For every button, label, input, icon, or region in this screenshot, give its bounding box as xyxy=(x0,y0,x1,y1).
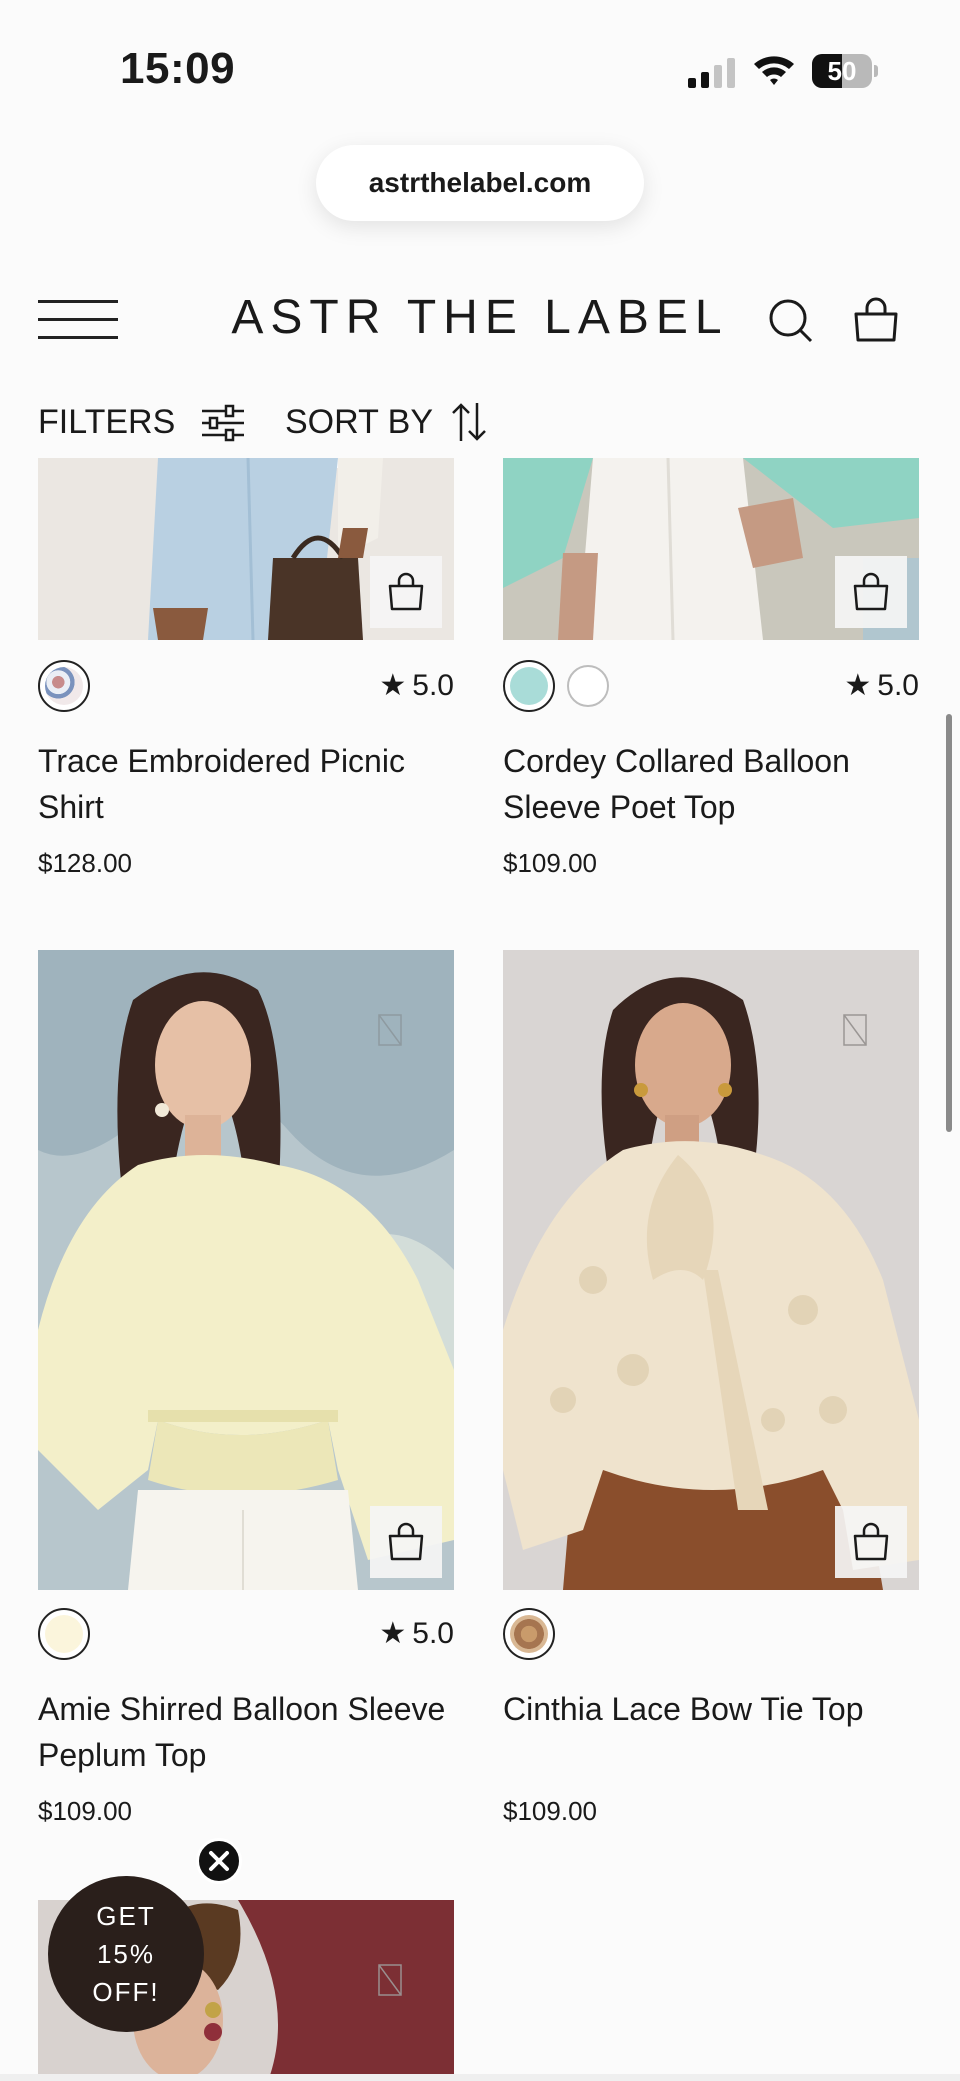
promo-line-1: GET xyxy=(96,1901,156,1931)
add-to-bag-button[interactable] xyxy=(370,556,442,628)
product-name[interactable]: Trace Embroidered Picnic Shirt xyxy=(38,738,454,830)
product-price: $128.00 xyxy=(38,848,132,878)
product-card-trace[interactable]: ★ 5.0 Trace Embroidered Picnic Shirt $128… xyxy=(38,458,454,898)
wifi-icon xyxy=(754,56,794,85)
product-price: $109.00 xyxy=(38,1796,132,1826)
product-card-amie[interactable]: ★ 5.0 Amie Shirred Balloon Sleeve Peplum … xyxy=(38,950,454,1830)
add-to-bag-button[interactable] xyxy=(835,1506,907,1578)
swatch-white[interactable] xyxy=(567,665,609,707)
add-to-bag-button[interactable] xyxy=(370,1506,442,1578)
filter-sort-bar: FILTERS SORT BY xyxy=(0,395,960,451)
bottom-edge xyxy=(0,2074,960,2081)
bag-icon xyxy=(388,572,424,611)
search-icon[interactable] xyxy=(768,298,814,344)
product-rating: ★ 5.0 xyxy=(379,1617,454,1650)
status-bar: 15:09 50 xyxy=(0,0,960,140)
add-to-bag-button[interactable] xyxy=(835,556,907,628)
star-icon: ★ xyxy=(844,669,872,702)
product-name[interactable]: Cinthia Lace Bow Tie Top xyxy=(503,1686,919,1732)
battery-icon: 50 xyxy=(812,54,878,88)
brand-watermark-icon xyxy=(378,1964,402,1996)
product-price: $109.00 xyxy=(503,1796,597,1826)
site-header: ASTR THE LABEL xyxy=(0,270,960,370)
brand-watermark-icon xyxy=(843,1014,867,1046)
swatch-lace-print[interactable] xyxy=(503,1608,555,1660)
filters-button[interactable]: FILTERS xyxy=(38,403,175,442)
product-image[interactable] xyxy=(38,458,454,640)
sort-arrows-icon[interactable] xyxy=(450,401,488,443)
cellular-signal-icon xyxy=(688,58,735,88)
status-time: 15:09 xyxy=(120,44,236,93)
scrollbar[interactable] xyxy=(946,714,952,1132)
product-image[interactable] xyxy=(38,950,454,1590)
product-name[interactable]: Cordey Collared Balloon Sleeve Poet Top xyxy=(503,738,919,830)
sort-by-button[interactable]: SORT BY xyxy=(285,403,433,442)
color-swatches xyxy=(38,660,338,714)
product-card-cinthia[interactable]: Cinthia Lace Bow Tie Top $109.00 xyxy=(503,950,919,1830)
product-rating: ★ 5.0 xyxy=(379,669,454,702)
bag-icon xyxy=(853,572,889,611)
product-rating: ★ 5.0 xyxy=(844,669,919,702)
shopping-bag-icon[interactable] xyxy=(852,296,900,344)
product-image[interactable] xyxy=(503,950,919,1590)
close-icon xyxy=(209,1851,229,1871)
promo-line-2: 15% xyxy=(96,1939,156,1969)
discount-promo-button[interactable]: GET 15% OFF! xyxy=(48,1876,204,2032)
star-icon: ★ xyxy=(379,1617,407,1650)
promo-line-3: OFF! xyxy=(92,1977,160,2007)
product-price: $109.00 xyxy=(503,848,597,878)
bag-icon xyxy=(388,1522,424,1561)
star-icon: ★ xyxy=(379,669,407,702)
swatch-floral-print[interactable] xyxy=(38,660,90,712)
site-logo[interactable]: ASTR THE LABEL xyxy=(220,290,740,345)
product-card-cordey[interactable]: ★ 5.0 Cordey Collared Balloon Sleeve Poet… xyxy=(503,458,919,898)
filter-sliders-icon[interactable] xyxy=(200,403,246,443)
brand-watermark-icon xyxy=(378,1014,402,1046)
hamburger-menu-icon[interactable] xyxy=(38,298,118,344)
color-swatches xyxy=(503,1608,803,1662)
product-image[interactable] xyxy=(503,458,919,640)
color-swatches xyxy=(38,1608,338,1662)
product-name[interactable]: Amie Shirred Balloon Sleeve Peplum Top xyxy=(38,1686,454,1778)
color-swatches xyxy=(503,660,803,714)
bag-icon xyxy=(853,1522,889,1561)
battery-level: 50 xyxy=(827,56,857,86)
swatch-mint[interactable] xyxy=(503,660,555,712)
swatch-cream[interactable] xyxy=(38,1608,90,1660)
promo-close-button[interactable] xyxy=(196,1838,242,1884)
url-bar[interactable]: astrthelabel.com xyxy=(316,145,644,221)
